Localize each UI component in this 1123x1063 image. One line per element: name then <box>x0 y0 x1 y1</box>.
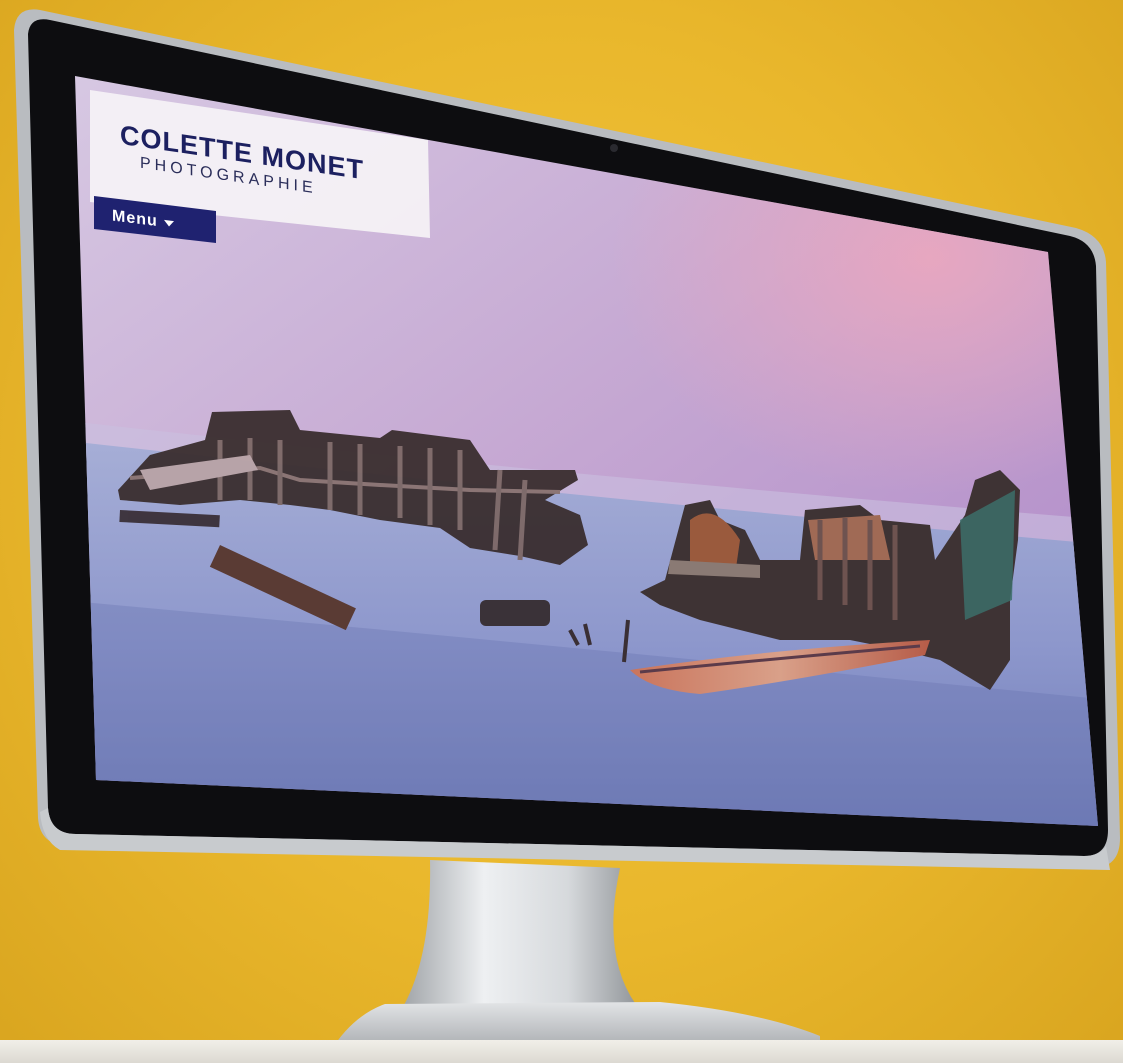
monitor-stand <box>330 860 820 1058</box>
webcam-icon <box>610 144 618 152</box>
menu-label: Menu <box>112 207 158 231</box>
caret-down-icon <box>163 219 174 228</box>
product-scene: COLETTE MONET PHOTOGRAPHIE Menu <box>0 0 1123 1063</box>
desk-surface <box>0 1040 1123 1063</box>
